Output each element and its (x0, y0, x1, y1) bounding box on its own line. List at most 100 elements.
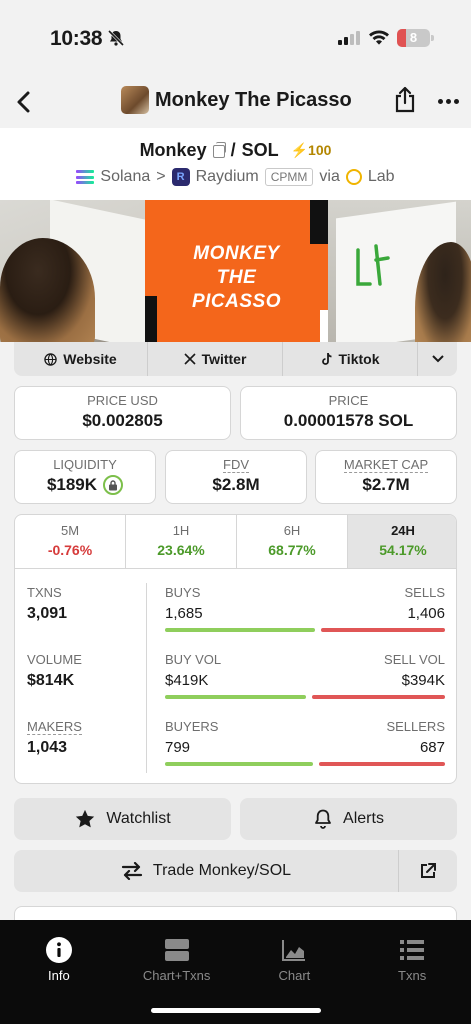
price-usd-card: PRICE USD $0.002805 (14, 386, 231, 440)
banner-line-1: MONKEY (193, 243, 280, 264)
volume-split-stat: BUY VOL SELL VOL $419K $394K (165, 652, 445, 699)
tab-label: Chart+Txns (142, 968, 211, 983)
external-link-icon (421, 863, 436, 878)
buys-value: 1,685 (165, 605, 203, 622)
tab-label: Chart (278, 968, 311, 983)
price-usd-label: PRICE USD (87, 393, 158, 408)
dex-link[interactable]: Raydium (196, 168, 259, 186)
boost-badge[interactable]: ⚡100 (291, 142, 332, 159)
alerts-button[interactable]: Alerts (240, 798, 457, 840)
tab-info[interactable]: Info (0, 920, 118, 1024)
tab-1h[interactable]: 1H 23.64% (126, 515, 237, 568)
buy-vol-value: $419K (165, 672, 209, 689)
chevron-down-icon (431, 355, 444, 363)
sells-label: SELLS (404, 585, 445, 600)
volume-label: VOLUME (27, 652, 82, 667)
launchpad-link[interactable]: Lab (368, 168, 395, 186)
bell-icon (315, 809, 331, 829)
route-chevron: > (156, 168, 166, 185)
chain-link[interactable]: Solana (100, 168, 150, 186)
market-cap-label: MARKET CAP (343, 457, 429, 473)
tiktok-link[interactable]: Tiktok (283, 342, 418, 376)
base-token: Monkey (139, 140, 207, 160)
timeframe-change: -0.76% (47, 542, 93, 558)
trade-button[interactable]: Trade Monkey/SOL (14, 850, 398, 892)
buys-bar-fill (165, 628, 315, 632)
banner-line-3: PICASSO (191, 291, 282, 312)
txns-label: TXNS (27, 585, 62, 600)
website-link[interactable]: Website (14, 342, 148, 376)
token-avatar (121, 86, 149, 114)
status-bar: 10:38 8 (0, 0, 471, 76)
open-external-button[interactable] (398, 850, 457, 892)
token-banner-image: MONKEY THE PICASSO (0, 200, 471, 342)
twitter-link[interactable]: Twitter (148, 342, 283, 376)
copy-icon[interactable] (212, 142, 226, 158)
timeframe-period: 6H (283, 523, 301, 538)
buyers-sellers-bar (165, 762, 445, 766)
txns-value: 3,091 (27, 605, 68, 622)
price-native-value: 0.00001578 SOL (283, 411, 414, 430)
solana-logo-icon (76, 170, 95, 184)
banner-title-panel: MONKEY THE PICASSO (145, 200, 328, 342)
timeframe-change: 23.64% (157, 542, 205, 558)
social-links: Website Twitter Tiktok (14, 342, 457, 376)
tab-txns[interactable]: Txns (353, 920, 471, 1024)
tiktok-logo-icon (321, 352, 332, 365)
battery-level: 8 (409, 30, 418, 45)
liquidity-label: LIQUIDITY (53, 457, 117, 472)
makers-label: MAKERS (27, 719, 82, 735)
raydium-logo-icon: R (171, 168, 190, 186)
makers-stat: MAKERS 1,043 (27, 719, 137, 757)
timeframe-tabs: 5M -0.76% 1H 23.64% 6H 68.77% 24H 54.17% (15, 515, 456, 569)
home-indicator[interactable] (151, 1008, 321, 1013)
sell-vol-value: $394K (401, 672, 445, 689)
timeframe-change: 68.77% (268, 542, 316, 558)
tab-6h[interactable]: 6H 68.77% (237, 515, 348, 568)
fdv-value: $2.8M (212, 475, 260, 494)
watchlist-button[interactable]: Watchlist (14, 798, 231, 840)
timeframe-period: 5M (60, 523, 80, 538)
nav-bar: Monkey The Picasso (0, 76, 471, 128)
market-cap-card[interactable]: MARKET CAP $2.7M (315, 450, 457, 504)
more-options-icon[interactable] (438, 99, 459, 104)
sellers-label: SELLERS (386, 719, 445, 734)
pair-name-row: Monkey / SOL ⚡100 (0, 140, 471, 161)
sells-value: 1,406 (407, 605, 445, 622)
bell-muted-icon (107, 29, 125, 47)
timeframe-period: 1H (172, 523, 190, 538)
tab-24h[interactable]: 24H 54.17% (348, 515, 456, 568)
timeframe-period: 24H (391, 523, 415, 538)
buys-label: BUYS (165, 585, 201, 600)
back-chevron-icon[interactable] (14, 90, 34, 114)
website-label: Website (63, 351, 117, 367)
price-native-label: PRICE (328, 393, 369, 408)
trade-label: Trade Monkey/SOL (152, 862, 292, 879)
sell-vol-bar-fill (312, 695, 445, 699)
pair-header: Monkey / SOL ⚡100 Solana > R Raydium CPM… (0, 128, 471, 200)
stats-panel: 5M -0.76% 1H 23.64% 6H 68.77% 24H 54.17%… (14, 514, 457, 784)
txns-stat: TXNS 3,091 (27, 585, 137, 623)
status-time: 10:38 (50, 27, 103, 50)
stats-divider (146, 583, 147, 773)
token-title: Monkey The Picasso (121, 86, 352, 114)
lab-logo-icon (345, 169, 362, 185)
chart-txns-icon (164, 939, 189, 961)
buyers-label: BUYERS (165, 719, 219, 734)
volume-value: $814K (27, 672, 75, 689)
tab-label: Txns (398, 968, 427, 983)
lock-icon[interactable] (103, 475, 124, 495)
fdv-card[interactable]: FDV $2.8M (165, 450, 307, 504)
more-socials-dropdown[interactable] (418, 342, 457, 376)
tab-5m[interactable]: 5M -0.76% (15, 515, 126, 568)
wifi-icon (369, 30, 389, 45)
pool-type-tag: CPMM (264, 168, 314, 186)
sell-vol-label: SELL VOL (384, 652, 445, 667)
green-paint-mark (356, 244, 390, 286)
page-title: Monkey The Picasso (155, 88, 352, 111)
liquidity-value: $189K (46, 475, 98, 494)
buys-sells-bar (165, 628, 445, 632)
share-icon[interactable] (393, 86, 417, 114)
quote-token: SOL (241, 140, 279, 160)
via-label: via (319, 168, 340, 185)
